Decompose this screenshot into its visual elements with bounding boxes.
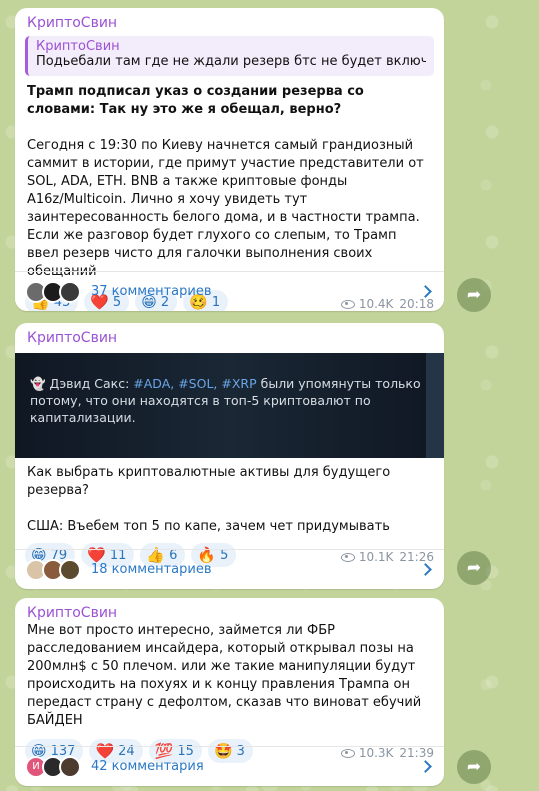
- chevron-right-icon: [419, 285, 432, 298]
- post-text: Сегодня с 19:30 по Киеву начнется самый …: [27, 138, 424, 279]
- comments-count: 42 комментария: [91, 759, 204, 774]
- commenter-avatars: [25, 280, 81, 303]
- share-button[interactable]: ➦: [457, 551, 491, 585]
- comments-count: 37 комментариев: [91, 284, 212, 299]
- chevron-right-icon: [419, 760, 432, 773]
- reply-quote[interactable]: КриптоСвин Подьебали там где не ждали ре…: [25, 36, 434, 76]
- share-arrow-icon: ➦: [466, 285, 482, 305]
- image-edge: [426, 353, 444, 458]
- share-arrow-icon: ➦: [466, 558, 482, 578]
- post-image[interactable]: 👻 Дэвид Сакс: #ADA, #SOL, #XRP были упом…: [15, 353, 444, 458]
- post-bold-text: Трамп подписал указ о создании резерва с…: [27, 84, 364, 117]
- channel-post-3: КриптоСвин Мне вот просто интересно, зай…: [15, 598, 444, 786]
- robot-icon: 👻: [30, 376, 50, 391]
- post-author[interactable]: КриптоСвин: [15, 598, 444, 622]
- post-author[interactable]: КриптоСвин: [15, 323, 444, 347]
- comments-link[interactable]: 37 комментариев: [15, 271, 444, 311]
- channel-post-1: КриптоСвин КриптоСвин Подьебали там где …: [15, 8, 444, 311]
- avatar: [59, 558, 81, 581]
- share-arrow-icon: ➦: [466, 757, 482, 777]
- share-button[interactable]: ➦: [457, 278, 491, 312]
- image-caption: 👻 Дэвид Сакс: #ADA, #SOL, #XRP были упом…: [30, 375, 432, 426]
- reply-text: Подьебали там где не ждали резерв бтс не…: [36, 54, 426, 69]
- share-button[interactable]: ➦: [457, 750, 491, 784]
- post-text: Как выбрать криптовалютные активы для бу…: [27, 465, 391, 534]
- chevron-right-icon: [419, 563, 432, 576]
- commenter-avatars: И: [25, 755, 81, 778]
- avatar: [59, 280, 81, 303]
- avatar: [59, 755, 81, 778]
- comments-count: 18 комментариев: [91, 562, 212, 577]
- image-text-prefix: Дэвид Сакс:: [49, 376, 134, 391]
- commenter-avatars: [25, 558, 81, 581]
- comments-link[interactable]: 18 комментариев: [15, 549, 444, 589]
- channel-post-2: КриптоСвин 👻 Дэвид Сакс: #ADA, #SOL, #XR…: [15, 323, 444, 589]
- image-hashtags: #ADA, #SOL, #XRP: [133, 376, 257, 391]
- post-text: Мне вот просто интересно, займется ли ФБ…: [27, 623, 422, 728]
- comments-link[interactable]: И 42 комментария: [15, 746, 444, 786]
- post-author[interactable]: КриптоСвин: [15, 8, 444, 32]
- reply-author: КриптоСвин: [36, 39, 120, 54]
